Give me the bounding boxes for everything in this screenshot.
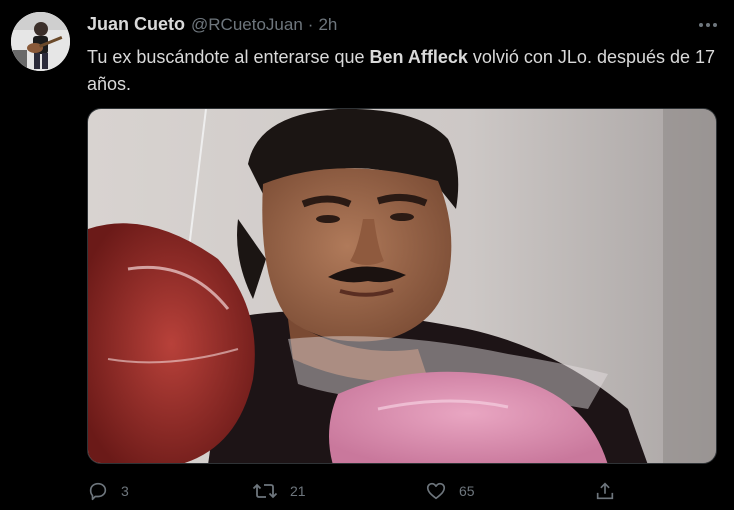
like-count: 65 [459,483,475,499]
tweet[interactable]: Juan Cueto @RCuetoJuan · 2h Tu ex buscán… [0,0,734,509]
retweet-button[interactable]: 21 [252,480,306,502]
separator: · [307,15,314,34]
author-handle[interactable]: @RCuetoJuan [191,15,303,35]
tweet-actions: 3 21 65 [0,476,734,510]
more-options-button[interactable] [696,16,720,34]
tweet-text: Tu ex buscándote al enterarse que Ben Af… [87,44,717,98]
tweet-text-start: Tu ex buscándote al enterarse que [87,47,370,67]
share-icon [596,482,614,500]
author-name[interactable]: Juan Cueto [87,14,185,35]
more-icon [699,23,717,27]
like-button[interactable]: 65 [425,480,475,502]
tweet-media[interactable] [87,108,717,464]
reply-button[interactable]: 3 [87,480,129,502]
reply-count: 3 [121,483,129,499]
heart-icon [426,482,446,500]
tweet-header: Juan Cueto @RCuetoJuan · 2h [87,14,337,38]
retweet-count: 21 [290,483,306,499]
reply-icon [89,482,107,501]
avatar-image [11,12,70,71]
meme-image [88,109,716,463]
timestamp[interactable]: 2h [318,15,337,35]
tweet-text-bold: Ben Affleck [369,47,468,67]
avatar[interactable] [11,12,70,71]
retweet-icon [252,483,278,499]
share-button[interactable] [594,480,616,502]
